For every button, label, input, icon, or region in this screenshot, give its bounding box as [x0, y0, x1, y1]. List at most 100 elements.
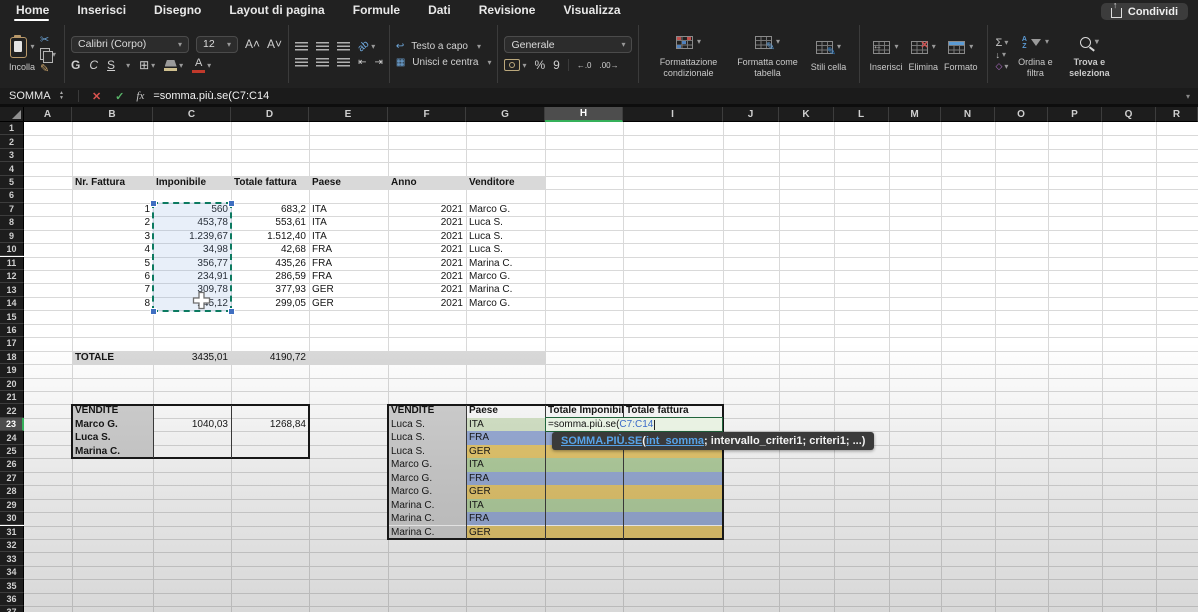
cell-I29[interactable]: [623, 499, 723, 512]
row-header-32[interactable]: 32: [0, 539, 24, 552]
name-box[interactable]: SOMMA: [0, 90, 59, 102]
cell-B8[interactable]: 2: [72, 216, 153, 229]
insert-cells-button[interactable]: ▾ Inserisci: [866, 33, 905, 74]
cell-E10[interactable]: FRA: [309, 243, 388, 256]
column-header-G[interactable]: G: [466, 107, 545, 122]
tab-inserisci[interactable]: Inserisci: [75, 2, 128, 18]
cell-E12[interactable]: FRA: [309, 270, 388, 283]
cell-G23[interactable]: ITA: [466, 418, 545, 431]
column-header-E[interactable]: E: [309, 107, 388, 122]
row-header-5[interactable]: 5: [0, 176, 24, 189]
delete-cells-button[interactable]: ▾ Elimina: [905, 33, 941, 74]
tab-dati[interactable]: Dati: [426, 2, 453, 18]
select-all-corner[interactable]: [0, 107, 24, 122]
argument-link[interactable]: int_somma: [646, 435, 704, 447]
column-header-K[interactable]: K: [779, 107, 834, 122]
column-header-F[interactable]: F: [388, 107, 466, 122]
tab-visualizza[interactable]: Visualizza: [561, 2, 622, 18]
font-color-button[interactable]: A▾: [192, 58, 211, 73]
function-name-link[interactable]: SOMMA.PIÙ.SE: [561, 435, 642, 447]
cell-F14[interactable]: 2021: [388, 297, 466, 310]
accounting-format-button[interactable]: ▾: [504, 59, 526, 71]
cell-F12[interactable]: 2021: [388, 270, 466, 283]
cell-B12[interactable]: 6: [72, 270, 153, 283]
cell-C9[interactable]: 1.239,67: [153, 230, 231, 243]
cell-F27[interactable]: Marco G.: [388, 472, 466, 485]
cell-F5[interactable]: Anno: [388, 176, 466, 189]
row-header-24[interactable]: 24: [0, 431, 24, 444]
cell-F24[interactable]: Luca S.: [388, 431, 466, 444]
format-cells-button[interactable]: ▾ Formato: [941, 33, 981, 74]
row-header-26[interactable]: 26: [0, 458, 24, 471]
cell-E8[interactable]: ITA: [309, 216, 388, 229]
row-header-30[interactable]: 30: [0, 512, 24, 525]
row-header-14[interactable]: 14: [0, 297, 24, 310]
cell-B10[interactable]: 4: [72, 243, 153, 256]
increase-decimal-button[interactable]: ←.0: [577, 61, 592, 70]
cell-B11[interactable]: 5: [72, 257, 153, 270]
align-left-icon[interactable]: [295, 58, 308, 67]
row-header-33[interactable]: 33: [0, 552, 24, 565]
row-header-31[interactable]: 31: [0, 526, 24, 539]
cell-F7[interactable]: 2021: [388, 203, 466, 216]
column-header-M[interactable]: M: [889, 107, 941, 122]
cell-F13[interactable]: 2021: [388, 283, 466, 296]
cell-C14[interactable]: 245,12: [153, 297, 231, 310]
tab-home[interactable]: Home: [14, 2, 51, 18]
cell-I22[interactable]: Totale fattura: [623, 404, 723, 417]
paste-button[interactable]: ▾ Incolla: [6, 33, 38, 74]
cell-F10[interactable]: 2021: [388, 243, 466, 256]
column-header-L[interactable]: L: [834, 107, 889, 122]
cell-G13[interactable]: Marina C.: [466, 283, 545, 296]
cell-D8[interactable]: 553,61: [231, 216, 309, 229]
number-format-select[interactable]: Generale▾: [504, 36, 632, 53]
row-header-4[interactable]: 4: [0, 162, 24, 175]
cell-I31[interactable]: [623, 526, 723, 539]
cell-D23[interactable]: 1268,84: [231, 418, 309, 431]
find-select-button[interactable]: ▾ Trova e seleziona: [1060, 28, 1118, 79]
cell-G12[interactable]: Marco G.: [466, 270, 545, 283]
decrease-decimal-button[interactable]: .00→: [600, 61, 619, 70]
row-header-27[interactable]: 27: [0, 472, 24, 485]
cell-F9[interactable]: 2021: [388, 230, 466, 243]
row-header-12[interactable]: 12: [0, 270, 24, 283]
row-header-10[interactable]: 10: [0, 243, 24, 256]
cell-D18[interactable]: 4190,72: [231, 351, 309, 364]
cell-G9[interactable]: Luca S.: [466, 230, 545, 243]
cell-I30[interactable]: [623, 512, 723, 525]
cell-F25[interactable]: Luca S.: [388, 445, 466, 458]
row-header-21[interactable]: 21: [0, 391, 24, 404]
cancel-icon[interactable]: ✕: [92, 90, 101, 103]
selection-handle[interactable]: [150, 308, 157, 315]
row-header-13[interactable]: 13: [0, 283, 24, 296]
insert-function-icon[interactable]: fx: [136, 90, 144, 102]
cell-D7[interactable]: 683,2: [231, 203, 309, 216]
cell-F22[interactable]: VENDITE: [388, 404, 466, 417]
row-header-8[interactable]: 8: [0, 216, 24, 229]
cell-H29[interactable]: [545, 499, 623, 512]
cell-C8[interactable]: 453,78: [153, 216, 231, 229]
column-header-N[interactable]: N: [941, 107, 995, 122]
cell-D13[interactable]: 377,93: [231, 283, 309, 296]
column-header-C[interactable]: C: [153, 107, 231, 122]
cell-C13[interactable]: 309,78: [153, 283, 231, 296]
fill-color-button[interactable]: ▾: [164, 60, 183, 71]
editing-cell-H23[interactable]: =somma.più.se(C7:C14: [545, 417, 723, 432]
cell-D12[interactable]: 286,59: [231, 270, 309, 283]
align-middle-icon[interactable]: [316, 42, 329, 51]
cell-F30[interactable]: Marina C.: [388, 512, 466, 525]
column-header-H[interactable]: H: [545, 107, 623, 122]
font-size-select[interactable]: 12▾: [196, 36, 238, 53]
column-header-J[interactable]: J: [723, 107, 779, 122]
cell-F28[interactable]: Marco G.: [388, 485, 466, 498]
cell-E11[interactable]: FRA: [309, 257, 388, 270]
comma-style-button[interactable]: 9: [553, 58, 560, 72]
font-family-select[interactable]: Calibri (Corpo)▾: [71, 36, 189, 53]
cell-G8[interactable]: Luca S.: [466, 216, 545, 229]
cell-C10[interactable]: 34,98: [153, 243, 231, 256]
cell-D10[interactable]: 42,68: [231, 243, 309, 256]
cell-I27[interactable]: [623, 472, 723, 485]
wrap-text-button[interactable]: Testo a capo: [411, 41, 468, 52]
cell-G30[interactable]: FRA: [466, 512, 545, 525]
column-header-O[interactable]: O: [995, 107, 1048, 122]
